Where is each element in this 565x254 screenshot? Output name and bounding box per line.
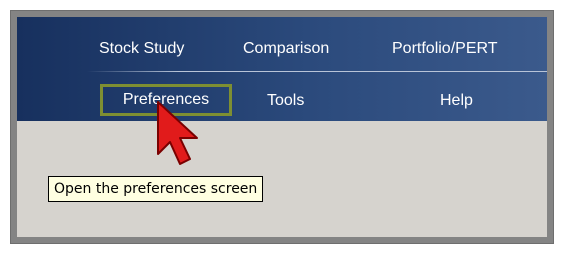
window-frame: Stock Study Comparison Portfolio/PERT Pr… [10,10,554,244]
app-panel: Stock Study Comparison Portfolio/PERT Pr… [17,17,547,237]
tooltip: Open the preferences screen [48,176,264,202]
navigation-bar: Stock Study Comparison Portfolio/PERT Pr… [17,17,547,121]
red-arrow-cursor-icon [157,101,198,165]
menu-tools[interactable]: Tools [267,91,304,111]
menu-stock-study[interactable]: Stock Study [99,39,184,59]
menu-portfolio-pert[interactable]: Portfolio/PERT [392,39,498,59]
nav-divider [87,71,547,72]
menu-comparison[interactable]: Comparison [243,39,329,59]
menu-help[interactable]: Help [440,91,473,111]
